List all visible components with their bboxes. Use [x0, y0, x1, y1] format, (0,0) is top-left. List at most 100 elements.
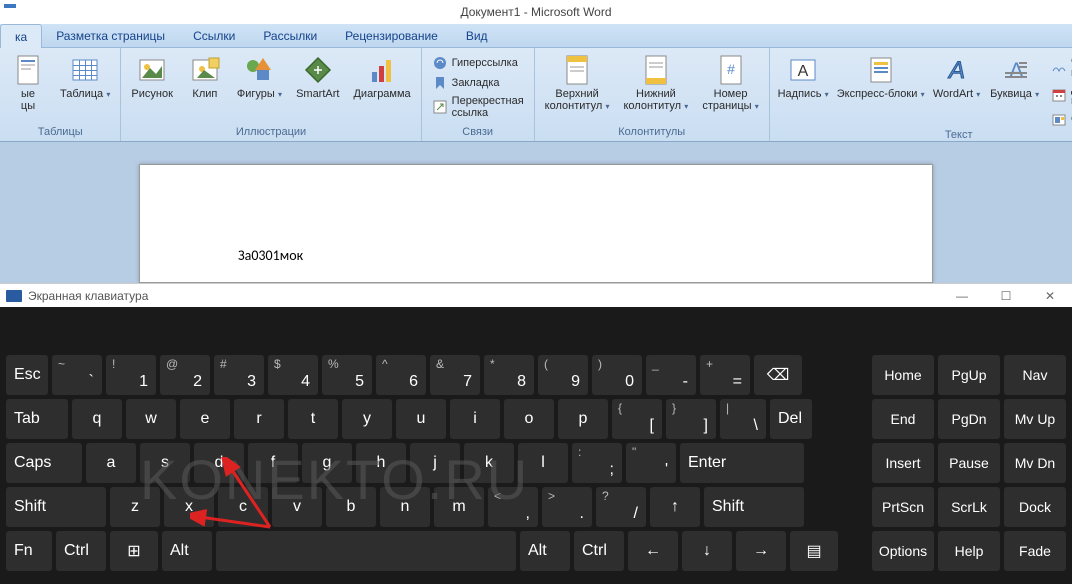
key-6[interactable]: ^6 [376, 355, 426, 395]
tab-active-partial[interactable]: ка [0, 24, 42, 48]
maximize-button[interactable]: ☐ [984, 285, 1028, 307]
key-p[interactable]: p [558, 399, 608, 439]
qat-dropdown-icon[interactable] [4, 4, 16, 16]
key-n[interactable]: n [380, 487, 430, 527]
key-b[interactable]: b [326, 487, 376, 527]
tab-references[interactable]: Ссылки [179, 24, 249, 48]
key-y[interactable]: y [342, 399, 392, 439]
key-[interactable]: ?/ [596, 487, 646, 527]
textbox-button[interactable]: AНадпись ▾ [776, 52, 831, 128]
key-Pause[interactable]: Pause [938, 443, 1000, 483]
crossref-button[interactable]: Перекрестная ссылка [428, 94, 528, 120]
key-PgDn[interactable]: PgDn [938, 399, 1000, 439]
key-Esc[interactable]: Esc [6, 355, 48, 395]
key-q[interactable]: q [72, 399, 122, 439]
key-a[interactable]: a [86, 443, 136, 483]
key-[interactable]: ↓ [682, 531, 732, 571]
key-ScrLk[interactable]: ScrLk [938, 487, 1000, 527]
key-Help[interactable]: Help [938, 531, 1000, 571]
key-9[interactable]: (9 [538, 355, 588, 395]
key-MvDn[interactable]: Mv Dn [1004, 443, 1066, 483]
key-[interactable]: _- [646, 355, 696, 395]
key-MvUp[interactable]: Mv Up [1004, 399, 1066, 439]
shapes-button[interactable]: Фигуры ▾ [233, 52, 286, 125]
object-button[interactable]: Объект▾ [1047, 110, 1072, 128]
key-[interactable]: ↑ [650, 487, 700, 527]
key-7[interactable]: &7 [430, 355, 480, 395]
minimize-button[interactable]: — [940, 285, 984, 307]
key-2[interactable]: @2 [160, 355, 210, 395]
key-[interactable]: :; [572, 443, 622, 483]
key-k[interactable]: k [464, 443, 514, 483]
chart-button[interactable]: Диаграмма [349, 52, 414, 125]
key-Home[interactable]: Home [872, 355, 934, 395]
key-Options[interactable]: Options [872, 531, 934, 571]
sigline-button[interactable]: Строка подпис [1047, 54, 1072, 80]
key-[interactable]: {[ [612, 399, 662, 439]
tab-mailings[interactable]: Рассылки [249, 24, 331, 48]
key-m[interactable]: m [434, 487, 484, 527]
key-End[interactable]: End [872, 399, 934, 439]
key-Alt[interactable]: Alt [520, 531, 570, 571]
key-[interactable]: ⊞ [110, 531, 158, 571]
hyperlink-button[interactable]: Гиперссылка [428, 54, 528, 72]
dropcap-button[interactable]: AБуквица ▾ [988, 52, 1041, 128]
key-PrtScn[interactable]: PrtScn [872, 487, 934, 527]
key-z[interactable]: z [110, 487, 160, 527]
key-0[interactable]: )0 [592, 355, 642, 395]
key-x[interactable]: x [164, 487, 214, 527]
key-Ctrl[interactable]: Ctrl [56, 531, 106, 571]
key-e[interactable]: e [180, 399, 230, 439]
key-u[interactable]: u [396, 399, 446, 439]
key-[interactable]: >. [542, 487, 592, 527]
key-Dock[interactable]: Dock [1004, 487, 1066, 527]
key-r[interactable]: r [234, 399, 284, 439]
bookmark-button[interactable]: Закладка [428, 74, 528, 92]
key-Ctrl[interactable]: Ctrl [574, 531, 624, 571]
key-t[interactable]: t [288, 399, 338, 439]
clip-button[interactable]: Клип [183, 52, 227, 125]
key-s[interactable]: s [140, 443, 190, 483]
smartart-button[interactable]: SmartArt [292, 52, 343, 125]
key-o[interactable]: o [504, 399, 554, 439]
key-d[interactable]: d [194, 443, 244, 483]
key-[interactable]: ~` [52, 355, 102, 395]
key-1[interactable]: !1 [106, 355, 156, 395]
tab-page-layout[interactable]: Разметка страницы [42, 24, 179, 48]
key-[interactable]: }] [666, 399, 716, 439]
header-button[interactable]: Верхний колонтитул ▾ [541, 52, 614, 125]
key-Tab[interactable]: Tab [6, 399, 68, 439]
key-[interactable]: <, [488, 487, 538, 527]
key-Alt[interactable]: Alt [162, 531, 212, 571]
wordart-button[interactable]: AWordArt ▾ [931, 52, 982, 128]
key-Caps[interactable]: Caps [6, 443, 82, 483]
key-Del[interactable]: Del [770, 399, 812, 439]
key-3[interactable]: #3 [214, 355, 264, 395]
key-[interactable]: ▤ [790, 531, 838, 571]
key-i[interactable]: i [450, 399, 500, 439]
key-[interactable]: |\ [720, 399, 766, 439]
datetime-button[interactable]: Дата и время [1047, 82, 1072, 108]
key-8[interactable]: *8 [484, 355, 534, 395]
key-Shift[interactable]: Shift [704, 487, 804, 527]
key-Fn[interactable]: Fn [6, 531, 52, 571]
key-5[interactable]: %5 [322, 355, 372, 395]
key-Shift[interactable]: Shift [6, 487, 106, 527]
key-w[interactable]: w [126, 399, 176, 439]
key-j[interactable]: j [410, 443, 460, 483]
key-h[interactable]: h [356, 443, 406, 483]
document-page[interactable]: За0301мок [139, 164, 933, 283]
tab-review[interactable]: Рецензирование [331, 24, 452, 48]
key-Insert[interactable]: Insert [872, 443, 934, 483]
key-[interactable]: "' [626, 443, 676, 483]
key-c[interactable]: c [218, 487, 268, 527]
key-4[interactable]: $4 [268, 355, 318, 395]
key-[interactable] [216, 531, 516, 571]
key-v[interactable]: v [272, 487, 322, 527]
quickparts-button[interactable]: Экспресс-блоки ▾ [837, 52, 925, 128]
key-g[interactable]: g [302, 443, 352, 483]
key-l[interactable]: l [518, 443, 568, 483]
footer-button[interactable]: Нижний колонтитул ▾ [620, 52, 693, 125]
tab-view[interactable]: Вид [452, 24, 502, 48]
key-[interactable]: ⌫ [754, 355, 802, 395]
